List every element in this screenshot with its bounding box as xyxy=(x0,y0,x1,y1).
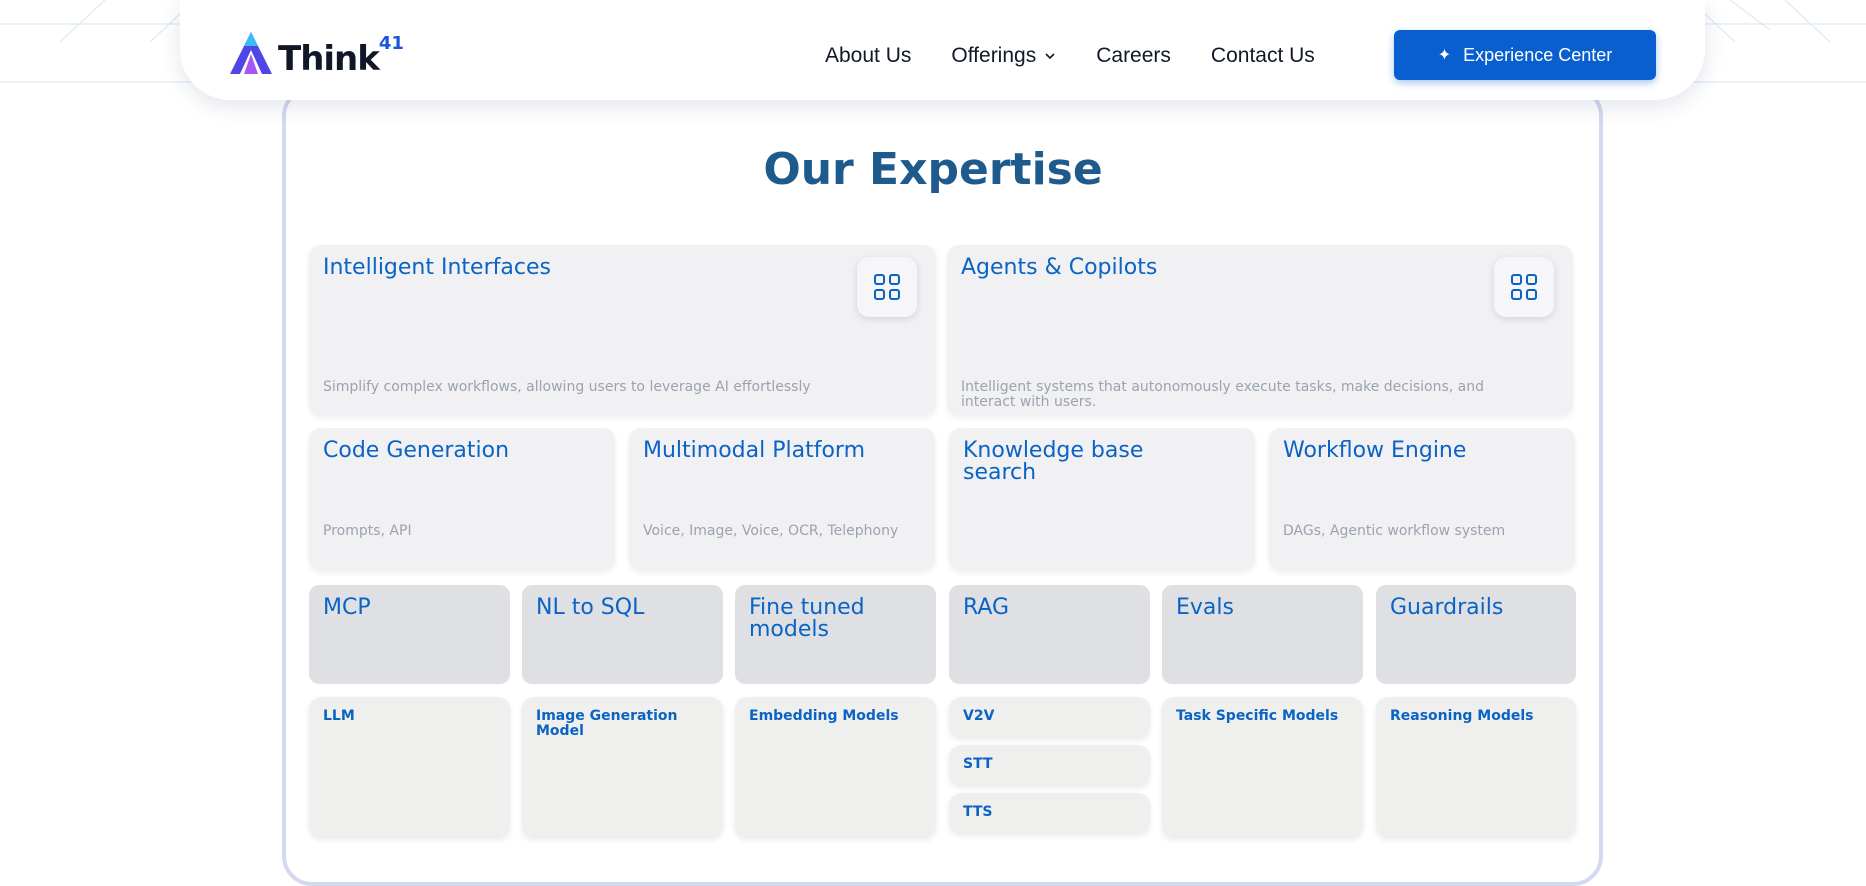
model-card-v2v[interactable]: V2V xyxy=(949,697,1150,737)
nav-label: Contact Us xyxy=(1210,44,1315,67)
model-label: Embedding Models xyxy=(749,708,899,724)
tile-title: Fine tuned models xyxy=(749,595,865,642)
nav-label: Offerings xyxy=(951,44,1037,67)
logo-text: Think xyxy=(278,39,380,79)
feature-card-agents-copilots[interactable]: Agents & Copilots Intelligent systems th… xyxy=(947,245,1573,415)
tile-title: RAG xyxy=(963,595,1010,620)
card-title: Intelligent Interfaces xyxy=(323,255,551,280)
model-card-llm[interactable]: LLM xyxy=(309,697,510,837)
model-card-reasoning[interactable]: Reasoning Models xyxy=(1376,697,1576,837)
card-title: Knowledge base search xyxy=(963,438,1144,485)
nav-about-us[interactable]: About Us xyxy=(825,44,911,68)
card-description: Prompts, API xyxy=(323,523,412,539)
model-label: V2V xyxy=(963,708,995,724)
model-card-image-generation[interactable]: Image Generation Model xyxy=(522,697,723,837)
tile-title: MCP xyxy=(323,595,371,620)
tile-title: NL to SQL xyxy=(536,595,645,620)
tile-title: Evals xyxy=(1176,595,1234,620)
card-title: Agents & Copilots xyxy=(961,255,1158,280)
model-card-tts[interactable]: TTS xyxy=(949,793,1150,833)
think41-logo[interactable]: Think 41 xyxy=(228,30,404,76)
card-description: Simplify complex workflows, allowing use… xyxy=(323,379,811,395)
nav-careers[interactable]: Careers xyxy=(1096,44,1171,68)
model-label: LLM xyxy=(323,708,355,724)
sparkle-icon: ✦ xyxy=(1437,47,1452,64)
service-card-workflow-engine[interactable]: Workflow Engine DAGs, Agentic workflow s… xyxy=(1269,428,1575,570)
grid-icon xyxy=(1494,257,1554,317)
model-label: STT xyxy=(963,756,993,772)
card-description: DAGs, Agentic workflow system xyxy=(1283,523,1506,539)
model-card-stt[interactable]: STT xyxy=(949,745,1150,785)
tile-title: Guardrails xyxy=(1390,595,1504,620)
logo-mark-icon xyxy=(230,32,272,74)
nav-contact-us[interactable]: Contact Us xyxy=(1211,44,1315,68)
service-card-knowledge-base-search[interactable]: Knowledge base search xyxy=(949,428,1255,570)
nav-label: About Us xyxy=(825,44,912,67)
model-label: TTS xyxy=(963,804,993,820)
model-label: Image Generation Model xyxy=(536,708,678,739)
logo-superscript: 41 xyxy=(378,33,404,54)
service-card-code-generation[interactable]: Code Generation Prompts, API xyxy=(309,428,615,570)
card-title: Code Generation xyxy=(323,438,510,463)
section-title: Our Expertise xyxy=(763,144,1103,195)
grid-icon-svg xyxy=(874,274,900,300)
top-navigation-bar: Think 41 About Us Offerings Careers Cont… xyxy=(180,0,1705,100)
capability-tile-nl-to-sql[interactable]: NL to SQL xyxy=(522,585,723,684)
capability-tile-rag[interactable]: RAG xyxy=(949,585,1150,684)
model-card-task-specific[interactable]: Task Specific Models xyxy=(1162,697,1363,837)
capability-tile-fine-tuned-models[interactable]: Fine tuned models xyxy=(735,585,936,684)
card-title: Workflow Engine xyxy=(1283,438,1467,463)
card-description: Intelligent systems that autonomously ex… xyxy=(961,379,1485,410)
cta-label: Experience Center xyxy=(1463,44,1613,65)
grid-icon xyxy=(857,257,917,317)
experience-center-button[interactable]: ✦ Experience Center xyxy=(1394,30,1656,80)
service-card-multimodal-platform[interactable]: Multimodal Platform Voice, Image, Voice,… xyxy=(629,428,935,570)
feature-card-intelligent-interfaces[interactable]: Intelligent Interfaces Simplify complex … xyxy=(309,245,936,415)
grid-icon-svg xyxy=(1511,274,1537,300)
nav-label: Careers xyxy=(1096,44,1171,67)
model-label: Task Specific Models xyxy=(1176,708,1339,724)
chevron-down-icon xyxy=(1045,53,1055,60)
capability-tile-evals[interactable]: Evals xyxy=(1162,585,1363,684)
capability-tile-guardrails[interactable]: Guardrails xyxy=(1376,585,1576,684)
model-label: Reasoning Models xyxy=(1390,708,1534,724)
card-title: Multimodal Platform xyxy=(643,438,865,463)
capability-tile-mcp[interactable]: MCP xyxy=(309,585,510,684)
model-card-embedding[interactable]: Embedding Models xyxy=(735,697,936,837)
card-description: Voice, Image, Voice, OCR, Telephony xyxy=(643,523,899,539)
nav-offerings-dropdown[interactable]: Offerings xyxy=(951,44,1056,68)
main-nav: About Us Offerings Careers Contact Us xyxy=(825,44,1355,68)
